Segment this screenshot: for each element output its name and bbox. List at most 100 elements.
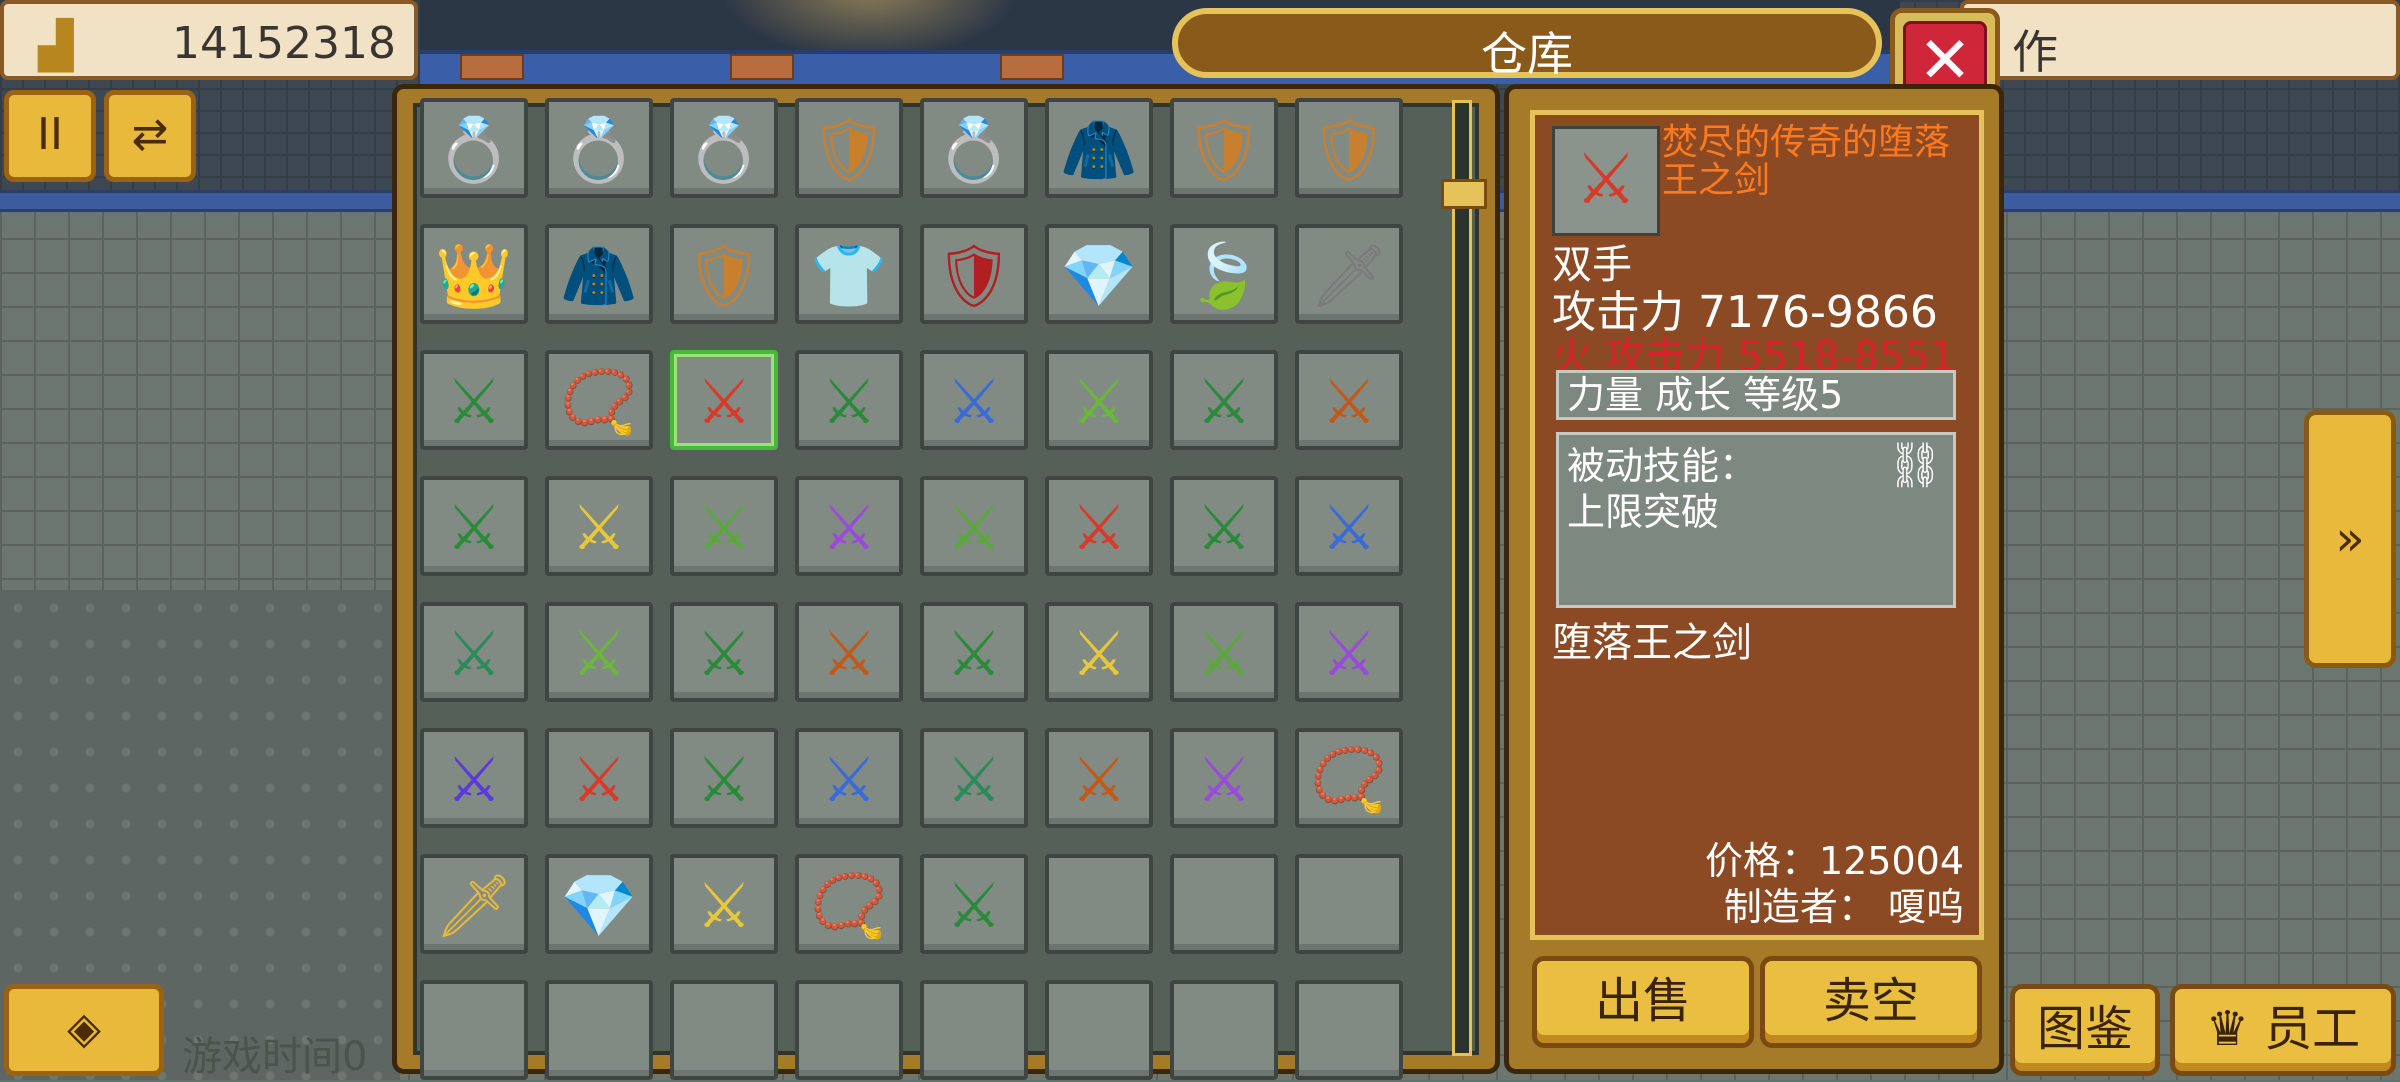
link-icon[interactable]: ⛓ bbox=[1887, 439, 1943, 491]
sword-green-icon: ⚔ bbox=[446, 743, 502, 816]
inventory-slot[interactable]: 🛡 bbox=[920, 224, 1028, 324]
inventory-slot[interactable]: 🍃 bbox=[1170, 224, 1278, 324]
crown-icon: ♛ bbox=[2205, 1001, 2249, 1057]
sell-button[interactable]: 出售 bbox=[1532, 956, 1754, 1048]
inventory-slot[interactable]: 💍 bbox=[420, 98, 528, 198]
inventory-slot[interactable]: ⚔ bbox=[1045, 476, 1153, 576]
catalog-button[interactable]: 图鉴 bbox=[2010, 984, 2160, 1076]
inventory-slot[interactable]: 💍 bbox=[670, 98, 778, 198]
sword-yellow-icon: ⚔ bbox=[696, 869, 752, 942]
inventory-slot[interactable]: 📿 bbox=[545, 350, 653, 450]
inventory-slot[interactable]: ⚔ bbox=[920, 476, 1028, 576]
inventory-slot[interactable]: 🛡 bbox=[1295, 98, 1403, 198]
inventory-slot[interactable]: ⚔ bbox=[795, 728, 903, 828]
detail-item-icon: ⚔ bbox=[1552, 126, 1660, 236]
inventory-slot[interactable]: 💍 bbox=[920, 98, 1028, 198]
inventory-slot[interactable] bbox=[795, 980, 903, 1080]
scrollbar-thumb[interactable] bbox=[1441, 179, 1487, 209]
inventory-slot[interactable]: ⚔ bbox=[420, 350, 528, 450]
inventory-slot[interactable]: 💍 bbox=[545, 98, 653, 198]
sell-all-label: 卖空 bbox=[1822, 973, 1919, 1029]
staff-button[interactable]: ♛ 员工 bbox=[2170, 984, 2396, 1076]
inventory-slot[interactable]: ⚔ bbox=[545, 476, 653, 576]
inventory-slot[interactable]: ⚔ bbox=[795, 476, 903, 576]
inventory-slot[interactable]: 🧥 bbox=[1045, 98, 1153, 198]
map-button[interactable]: ◈ bbox=[4, 984, 164, 1076]
swap-button[interactable]: ⇄ bbox=[104, 90, 196, 182]
inventory-slot[interactable]: ⚔ bbox=[670, 350, 778, 450]
game-time-label: 游戏时间0 bbox=[182, 1034, 368, 1080]
top-menu-strip[interactable]: 作 bbox=[1960, 0, 2400, 80]
sword-green-icon: ⚔ bbox=[696, 491, 752, 564]
inventory-slot[interactable]: ⚔ bbox=[670, 476, 778, 576]
inventory-slot[interactable]: ⚔ bbox=[1045, 602, 1153, 702]
inventory-slot[interactable]: ⚔ bbox=[545, 602, 653, 702]
inventory-slot[interactable]: ⚔ bbox=[545, 728, 653, 828]
money-bar: ▟ 14152318 bbox=[0, 0, 418, 80]
inventory-slot[interactable]: ⚔ bbox=[920, 854, 1028, 954]
inventory-slot[interactable]: ⚔ bbox=[1045, 350, 1153, 450]
inventory-slot[interactable]: ⚔ bbox=[1170, 728, 1278, 828]
window-title-bar: 仓库 bbox=[1172, 8, 1882, 81]
inventory-slot[interactable]: ⚔ bbox=[1170, 476, 1278, 576]
pause-button[interactable]: II bbox=[4, 90, 96, 182]
inventory-scrollbar[interactable] bbox=[1441, 100, 1487, 1056]
inventory-slot[interactable]: ⚔ bbox=[920, 350, 1028, 450]
inventory-slot[interactable]: ⚔ bbox=[1170, 350, 1278, 450]
inventory-slot[interactable] bbox=[1295, 854, 1403, 954]
inventory-slot[interactable]: ⚔ bbox=[1170, 602, 1278, 702]
ring-purple-icon: 💍 bbox=[560, 113, 638, 186]
sword-green-icon: ⚔ bbox=[446, 365, 502, 438]
inventory-slot[interactable] bbox=[1295, 980, 1403, 1080]
inventory-slot[interactable]: ⚔ bbox=[420, 476, 528, 576]
inventory-slot[interactable]: ⚔ bbox=[1295, 350, 1403, 450]
inventory-slot[interactable]: 💎 bbox=[1045, 224, 1153, 324]
sword-green-icon: ⚔ bbox=[1196, 491, 1252, 564]
inventory-slot[interactable]: ⚔ bbox=[920, 602, 1028, 702]
inventory-slot[interactable]: ⚔ bbox=[1295, 476, 1403, 576]
inventory-slot[interactable] bbox=[1170, 980, 1278, 1080]
detail-maker: 制造者： 嗄呜 bbox=[1723, 885, 1964, 929]
inventory-slot[interactable]: ⚔ bbox=[1045, 728, 1153, 828]
inventory-slot[interactable]: ⚔ bbox=[670, 728, 778, 828]
sword-green-icon: ⚔ bbox=[571, 617, 627, 690]
inventory-slot[interactable]: ⚔ bbox=[420, 728, 528, 828]
inventory-slot[interactable] bbox=[420, 980, 528, 1080]
inventory-slot[interactable] bbox=[670, 980, 778, 1080]
inventory-slot[interactable]: 🗡 bbox=[420, 854, 528, 954]
inventory-slot[interactable]: 🛡 bbox=[670, 224, 778, 324]
sell-all-button[interactable]: 卖空 bbox=[1760, 956, 1982, 1048]
inventory-slot[interactable]: 👑 bbox=[420, 224, 528, 324]
inventory-slot[interactable]: ⚔ bbox=[1295, 602, 1403, 702]
background-brick bbox=[730, 54, 794, 80]
inventory-slot[interactable]: ⚔ bbox=[420, 602, 528, 702]
inventory-slot[interactable]: 🛡 bbox=[1170, 98, 1278, 198]
amulet-icon: 📿 bbox=[560, 365, 638, 438]
armor-red-icon: 🛡 bbox=[934, 239, 1014, 312]
inventory-slot[interactable]: ⚔ bbox=[795, 602, 903, 702]
sword-blue-icon: ⚔ bbox=[946, 365, 1002, 438]
inventory-slot[interactable]: 🧥 bbox=[545, 224, 653, 324]
inventory-slot[interactable]: ⚔ bbox=[920, 728, 1028, 828]
inventory-slot[interactable]: 🛡 bbox=[795, 98, 903, 198]
detail-base-name: 堕落王之剑 bbox=[1552, 620, 1752, 666]
detail-attributes: 力量 成长 等级5 bbox=[1567, 373, 1844, 417]
inventory-slot[interactable]: 🗡 bbox=[1295, 224, 1403, 324]
inventory-slot[interactable]: 📿 bbox=[1295, 728, 1403, 828]
inventory-slot[interactable]: 📿 bbox=[795, 854, 903, 954]
armor-icon: 🛡 bbox=[809, 113, 889, 186]
inventory-slot[interactable] bbox=[545, 980, 653, 1080]
inventory-slot[interactable] bbox=[1170, 854, 1278, 954]
crown-icon: 👑 bbox=[435, 239, 513, 312]
inventory-slot[interactable]: ⚔ bbox=[670, 602, 778, 702]
inventory-slot[interactable] bbox=[920, 980, 1028, 1080]
sword-green-icon: ⚔ bbox=[946, 491, 1002, 564]
armor-icon: 🛡 bbox=[1309, 113, 1389, 186]
inventory-slot[interactable]: 👕 bbox=[795, 224, 903, 324]
inventory-slot[interactable] bbox=[1045, 854, 1153, 954]
next-arrow-button[interactable]: » bbox=[2304, 410, 2396, 668]
inventory-slot[interactable]: ⚔ bbox=[795, 350, 903, 450]
inventory-slot[interactable]: 💎 bbox=[545, 854, 653, 954]
inventory-slot[interactable] bbox=[1045, 980, 1153, 1080]
inventory-slot[interactable]: ⚔ bbox=[670, 854, 778, 954]
